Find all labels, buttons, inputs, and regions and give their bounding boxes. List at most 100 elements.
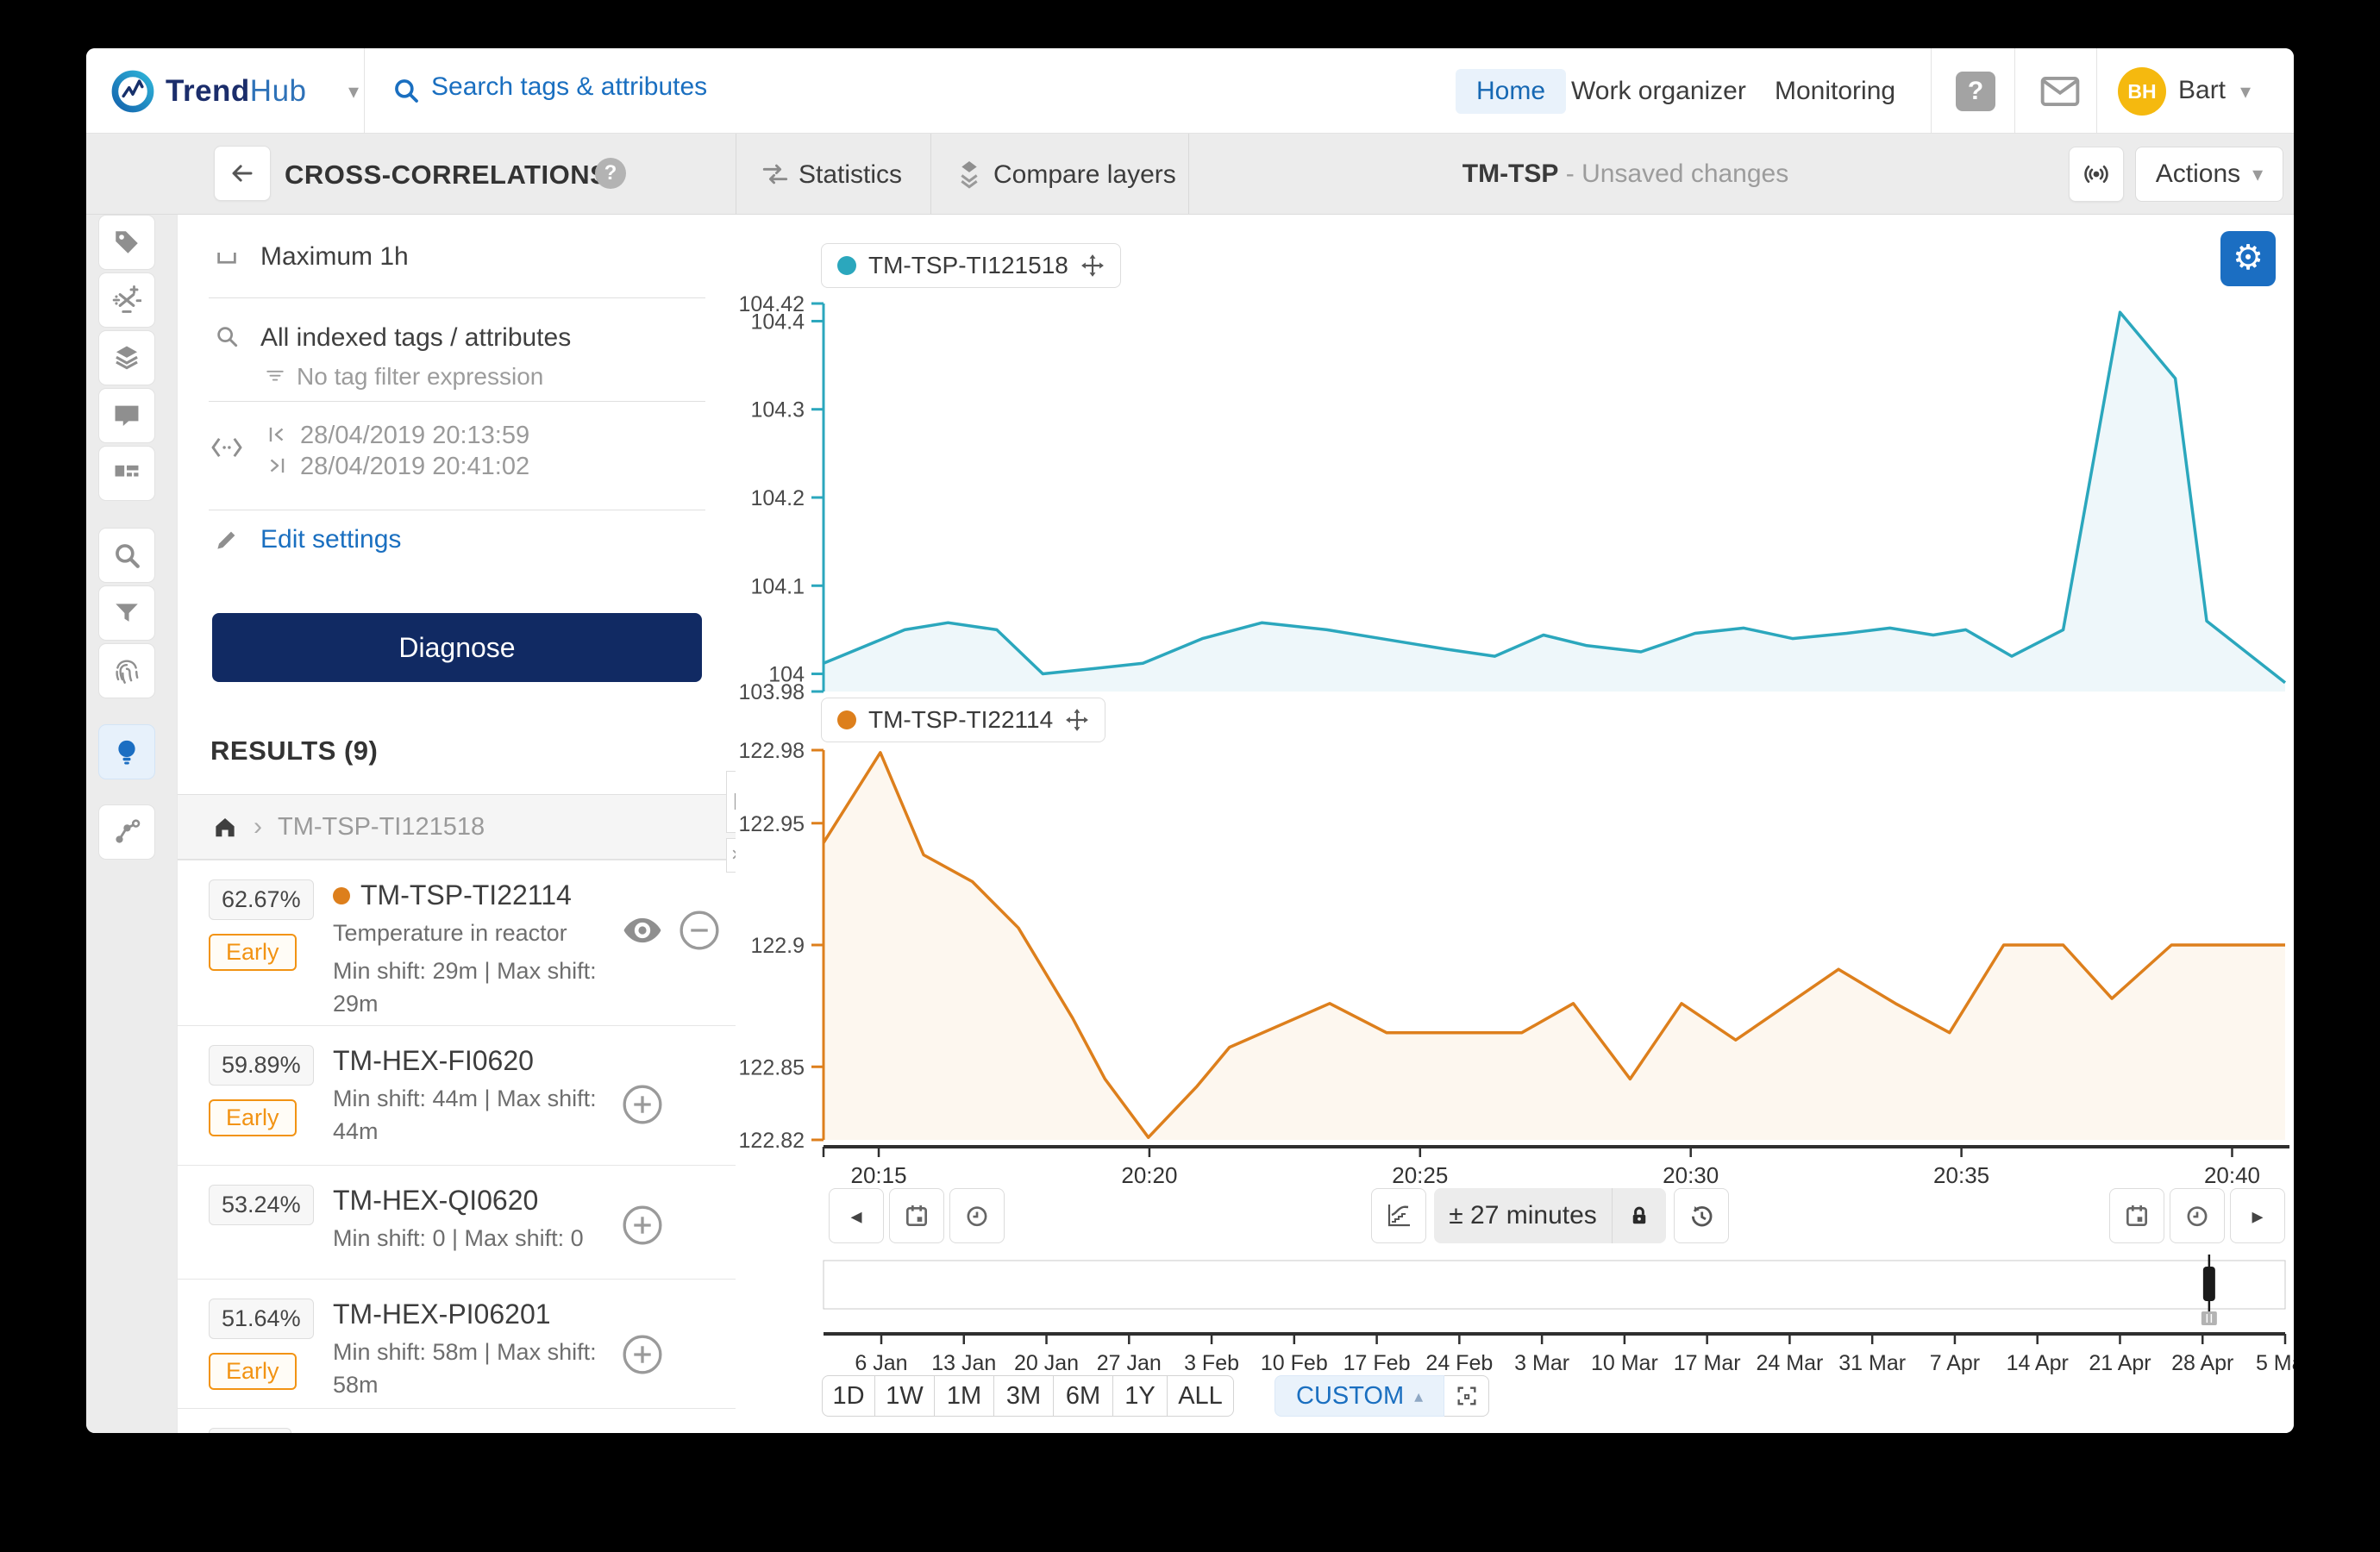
result-item[interactable]: 62.67% Early TM-TSP-TI22114 Temperature … (178, 860, 736, 1025)
svg-text:104.3: 104.3 (750, 398, 805, 422)
svg-text:13 Jan: 13 Jan (931, 1351, 996, 1375)
trend-chart-2[interactable]: 122.98122.95122.9122.85122.82 (729, 740, 2294, 1150)
avatar[interactable]: BH (2118, 67, 2166, 116)
tool-header-bar: CROSS-CORRELATIONS ? Statistics Compare … (86, 134, 2294, 215)
range-1d-button[interactable]: 1D (822, 1375, 875, 1417)
user-name[interactable]: Bart (2178, 76, 2226, 105)
result-shift: Min shift: 29m | Max shift: 29m (333, 958, 597, 1017)
add-plus-icon[interactable] (621, 1204, 664, 1247)
result-title: TM-HEX-PI06201 (333, 1299, 551, 1330)
sidebar-item-context[interactable] (98, 804, 155, 860)
tag-icon (116, 231, 138, 253)
sidebar-item-comments[interactable] (98, 388, 155, 443)
statistics-button[interactable]: Statistics (799, 160, 902, 190)
result-shift: Min shift: 44m | Max shift: 44m (333, 1086, 597, 1144)
result-item[interactable]: 53.24% TM-HEX-QI0620 Min shift: 0 | Max … (178, 1165, 736, 1279)
range-3m-button[interactable]: 3M (993, 1375, 1054, 1417)
result-item[interactable]: 51.64% Early TM-HEX-PI06201 Min shift: 5… (178, 1279, 736, 1408)
svg-text:122.95: 122.95 (739, 812, 805, 836)
custom-range-button[interactable]: CUSTOM ▴ (1275, 1375, 1445, 1417)
pan-left-button[interactable]: ◂ (829, 1188, 884, 1243)
user-chevron-down-icon[interactable]: ▾ (2240, 79, 2251, 104)
period-start: 28/04/2019 20:13:59 (300, 422, 530, 449)
svg-text:104.2: 104.2 (750, 486, 805, 510)
trend-chart-1[interactable]: 104.42104.4104.3104.2104.1104103.98 (729, 293, 2294, 702)
early-badge: Early (209, 1353, 297, 1390)
svg-text:20:25: 20:25 (1392, 1162, 1448, 1188)
sidebar-item-search[interactable] (98, 528, 155, 583)
range-1w-button[interactable]: 1W (874, 1375, 935, 1417)
timeline-navigator[interactable]: 6 Jan 13 Jan 20 Jan 27 Jan 3 Feb 10 Feb 17 Feb… (729, 1255, 2294, 1382)
history-clock-icon (1691, 1205, 1713, 1227)
back-button[interactable] (214, 146, 271, 201)
broadcast-button[interactable] (2069, 147, 2124, 202)
search-input[interactable] (431, 72, 1035, 102)
svg-text:20:20: 20:20 (1121, 1162, 1177, 1188)
actions-button[interactable]: Actions ▾ (2135, 147, 2283, 202)
fit-view-button[interactable] (1444, 1375, 1490, 1417)
tool-help-icon[interactable]: ? (595, 158, 626, 189)
sidebar-item-formulas[interactable] (98, 272, 155, 328)
search-icon (116, 544, 140, 568)
sidebar-item-layers[interactable] (98, 330, 155, 385)
result-title: TM-TSP-TI22114 (333, 879, 621, 911)
svg-text:17 Mar: 17 Mar (1674, 1351, 1741, 1375)
range-1m-button[interactable]: 1M (934, 1375, 994, 1417)
early-badge: Early (209, 934, 297, 971)
add-plus-icon[interactable] (621, 1333, 664, 1376)
clock-icon (967, 1206, 987, 1227)
compressed-view-button[interactable] (1371, 1188, 1426, 1243)
mail-icon[interactable] (2040, 76, 2080, 107)
range-1y-button[interactable]: 1Y (1112, 1375, 1168, 1417)
result-item[interactable]: 59.89% Early TM-HEX-FI0620 Min shift: 44… (178, 1025, 736, 1165)
sidebar-item-filter[interactable] (98, 585, 155, 641)
correlation-percent-badge: 51.64% (209, 1299, 314, 1339)
help-icon[interactable]: ? (1956, 72, 1995, 111)
result-shift: Min shift: 58m | Max shift: 58m (333, 1339, 597, 1398)
nav-work-organizer[interactable]: Work organizer (1571, 69, 1746, 114)
breadcrumb[interactable]: › TM-TSP-TI121518 (178, 794, 736, 860)
clock-button[interactable] (949, 1188, 1005, 1243)
interval-setting: Maximum 1h (260, 242, 409, 271)
interval-icon (217, 253, 236, 264)
result-item[interactable]: TM-HEX-PI06202 (178, 1408, 736, 1433)
move-icon[interactable] (1065, 708, 1089, 732)
compare-layers-button[interactable]: Compare layers (993, 160, 1176, 190)
time-offset-value: ± 27 minutes (1449, 1201, 1597, 1230)
diagnose-button[interactable]: Diagnose (212, 613, 702, 682)
svg-text:24 Feb: 24 Feb (1425, 1351, 1493, 1375)
svg-text:27 Jan: 27 Jan (1097, 1351, 1162, 1375)
remove-minus-icon[interactable] (678, 909, 721, 952)
svg-text:20:40: 20:40 (2204, 1162, 2260, 1188)
add-plus-icon[interactable] (621, 1083, 664, 1126)
nav-monitoring[interactable]: Monitoring (1775, 69, 1895, 114)
trendhub-logo-icon (111, 70, 154, 113)
top-bar: TrendHub ▾ Home Work organizer Monitorin… (86, 48, 2294, 134)
series-legend-2[interactable]: TM-TSP-TI22114 (821, 698, 1106, 742)
visibility-eye-icon[interactable] (621, 909, 664, 952)
range-6m-button[interactable]: 6M (1053, 1375, 1113, 1417)
history-button[interactable] (1674, 1188, 1729, 1243)
svg-text:103.98: 103.98 (739, 680, 805, 702)
sidebar-item-fingerprint[interactable] (98, 643, 155, 698)
edit-settings-link[interactable]: Edit settings (260, 525, 401, 554)
range-all-button[interactable]: ALL (1167, 1375, 1234, 1417)
move-icon[interactable] (1080, 253, 1105, 278)
time-offset-control[interactable]: ± 27 minutes (1434, 1188, 1666, 1243)
calendar-button[interactable] (889, 1188, 944, 1243)
lock-icon[interactable] (1626, 1203, 1652, 1229)
sidebar-item-tags[interactable] (98, 215, 155, 270)
calendar-button-right[interactable] (2109, 1188, 2164, 1243)
brand-name: TrendHub (166, 74, 307, 108)
suggestions-bulb-icon (118, 740, 135, 765)
brand-chevron-down-icon[interactable]: ▾ (348, 79, 359, 104)
nav-home[interactable]: Home (1456, 69, 1567, 114)
clock-button-right[interactable] (2170, 1188, 2225, 1243)
pan-right-button[interactable]: ▸ (2230, 1188, 2285, 1243)
calendar-icon (2126, 1205, 2147, 1226)
chart-settings-gear-icon[interactable]: ⚙ (2220, 231, 2276, 286)
series-legend-1[interactable]: TM-TSP-TI121518 (821, 243, 1121, 288)
sidebar-item-suggestions[interactable] (98, 724, 155, 779)
sidebar-item-dashboards[interactable] (98, 446, 155, 501)
result-description: Temperature in reactor (333, 920, 567, 946)
